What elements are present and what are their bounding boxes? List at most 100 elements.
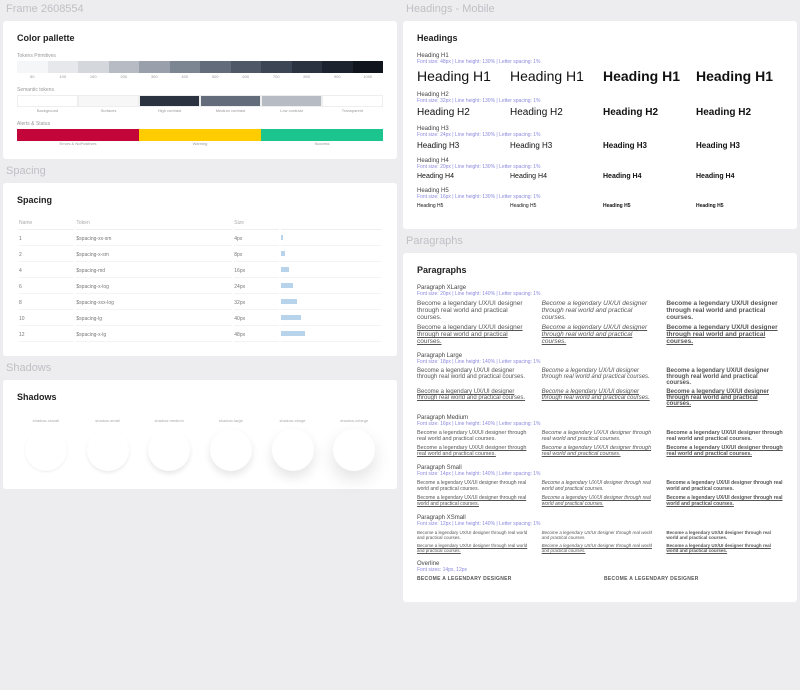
heading-sample: Heading H1 [510,68,597,84]
headings-title: Headings [417,33,783,43]
spacing-col: Name [19,217,74,230]
paragraph-meta: Font size: 18px | Line height: 140% | Le… [417,359,783,365]
shadow-item: shadow-small [79,418,137,471]
overline-meta: Font sizes: 14px, 12px [417,567,783,573]
paragraph-sample: Become a legendary UX/UI designer throug… [666,300,783,321]
swatch-700 [261,61,292,73]
swatch-label: 200 [109,74,140,79]
paragraph-sample: Become a legendary UX/UI designer throug… [666,480,783,492]
spacing-row: 6$spacing-x-log24px [19,280,381,294]
paragraph-sample: Become a legendary UX/UI designer throug… [417,324,534,345]
swatch-600 [231,61,262,73]
heading-spec: Heading H3 Font size: 24px | Line height… [417,126,783,150]
swatch-label: 100 [48,74,79,79]
paragraph-sample: Become a legendary UX/UI designer throug… [666,495,783,507]
heading-sample: Heading H3 [696,141,783,150]
alert-swatch-label: Success [261,141,383,146]
swatch-label: 600 [231,74,262,79]
swatch-label: 700 [261,74,292,79]
swatch-label: 50 [17,74,48,79]
heading-sample: Heading H4 [417,173,504,180]
spacing-row: 8$spacing-xxx-log32px [19,296,381,310]
heading-sample: Heading H2 [417,107,504,118]
shadow-item: shadow-xlarge [264,418,322,471]
paragraph-sample: Become a legendary UX/UI designer throug… [542,430,659,442]
semantic-label: Semantic tokens [17,87,383,93]
semantic-swatch [200,95,261,107]
overline-sample: Become a legendary designer [417,576,596,582]
paragraph-spec: Paragraph Medium Font size: 16px | Line … [417,415,783,457]
semantic-swatch [17,95,78,107]
semantic-swatch-label: High contrast [139,108,200,113]
headings-panel: Headings Heading H1 Font size: 48px | Li… [403,21,797,229]
paragraph-sample: Become a legendary UX/UI designer throug… [417,543,534,553]
paragraph-sample: Become a legendary UX/UI designer throug… [542,445,659,457]
heading-sample: Heading H5 [603,203,690,209]
heading-sample: Heading H3 [603,141,690,150]
left-column: Frame 2608554 Color pallette Tokens Prim… [0,0,400,492]
overline-spec: Overline Font sizes: 14px, 12px Become a… [417,561,783,582]
heading-meta: Font size: 24px | Line height: 130% | Le… [417,132,783,138]
paragraph-sample: Become a legendary UX/UI designer throug… [417,495,534,507]
heading-spec: Heading H1 Font size: 48px | Line height… [417,53,783,84]
heading-sample: Heading H3 [417,141,504,150]
swatch-400 [170,61,201,73]
paragraph-sample: Become a legendary UX/UI designer throug… [417,389,534,407]
swatch-label: 300 [139,74,170,79]
swatch-100 [48,61,79,73]
paragraph-sample: Become a legendary UX/UI designer throug… [417,300,534,321]
alert-swatch [139,129,261,141]
heading-meta: Font size: 16px | Line height: 130% | Le… [417,194,783,200]
swatch-300 [139,61,170,73]
paragraph-sample: Become a legendary UX/UI designer throug… [666,389,783,407]
paragraphs-panel: Paragraphs Paragraph XLarge Font size: 2… [403,253,797,602]
paragraph-sample: Become a legendary UX/UI designer throug… [542,368,659,386]
heading-meta: Font size: 48px | Line height: 130% | Le… [417,59,783,65]
swatch-label: 1000 [353,74,384,79]
semantic-swatch-label: Transparent [322,108,383,113]
paragraph-spec: Paragraph XLarge Font size: 20px | Line … [417,285,783,345]
alert-row [17,129,383,141]
paragraph-sample: Become a legendary UX/UI designer throug… [417,445,534,457]
spacing-row: 1$spacing-xx-sm4px [19,232,381,246]
swatch-label: 400 [170,74,201,79]
paragraph-sample: Become a legendary UX/UI designer throug… [666,430,783,442]
paragraph-sample: Become a legendary UX/UI designer throug… [542,543,659,553]
spacing-col: Size [234,217,279,230]
swatch-label: 800 [292,74,323,79]
spacing-col: Token [76,217,232,230]
heading-meta: Font size: 20px | Line height: 130% | Le… [417,164,783,170]
heading-sample: Heading H5 [696,203,783,209]
heading-sample: Heading H1 [417,68,504,84]
overline-sample: Become a legendary designer [604,576,783,582]
swatch-200 [109,61,140,73]
alert-swatch-label: Warning [139,141,261,146]
heading-sample: Heading H1 [603,68,690,84]
spacing-title: Spacing [17,195,383,205]
shadows-label: Shadows [0,359,400,377]
alert-swatch [17,129,139,141]
paragraph-sample: Become a legendary UX/UI designer throug… [666,543,783,553]
semantic-swatch-label: Surfaces [78,108,139,113]
heading-spec: Heading H4 Font size: 20px | Line height… [417,158,783,180]
paragraph-sample: Become a legendary UX/UI designer throug… [666,324,783,345]
spacing-row: 4$spacing-md16px [19,264,381,278]
semantic-swatch-label: Background [17,108,78,113]
semantic-swatch-label: Medium contrast [200,108,261,113]
semantic-labels: BackgroundSurfacesHigh contrastMedium co… [17,108,383,113]
right-column: Headings - Mobile Headings Heading H1 Fo… [400,0,800,605]
heading-sample: Heading H4 [603,173,690,180]
shadow-item: shadow-xsmall [17,418,75,471]
shadow-item: shadow-large [202,418,260,471]
paragraph-sample: Become a legendary UX/UI designer throug… [417,480,534,492]
paragraph-sample: Become a legendary UX/UI designer throug… [542,324,659,345]
spacing-row: 10$spacing-lg40px [19,312,381,326]
heading-sample: Heading H5 [510,203,597,209]
paragraph-meta: Font size: 14px | Line height: 140% | Le… [417,471,783,477]
semantic-swatch [322,95,383,107]
semantic-swatch-label: Low contrast [261,108,322,113]
spacing-panel: Spacing NameTokenSize 1$spacing-xx-sm4px… [3,183,397,356]
swatch-labels: 501001502003004005006007008009001000 [17,74,383,79]
paragraph-sample: Become a legendary UX/UI designer throug… [666,368,783,386]
heading-meta: Font size: 32px | Line height: 130% | Le… [417,98,783,104]
